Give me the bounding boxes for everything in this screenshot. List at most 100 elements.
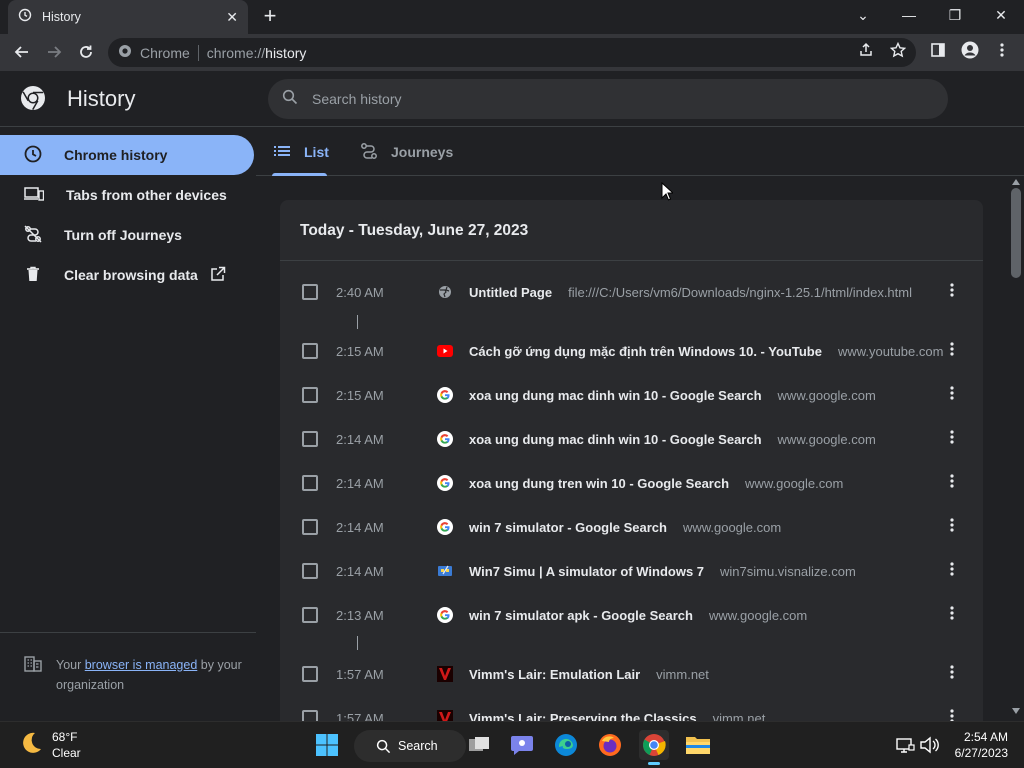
- tab-search-chevron-icon[interactable]: ⌄: [840, 4, 886, 28]
- entry-time: 2:15 AM: [336, 387, 384, 403]
- history-entry[interactable]: 2:14 AM win 7 simulator - Google Search ww…: [280, 505, 983, 549]
- entry-menu-icon[interactable]: [950, 473, 954, 493]
- history-entry[interactable]: 1:57 AM Vimm's Lair: Emulation Lair vimm.n…: [280, 652, 983, 696]
- volume-icon[interactable]: [914, 730, 944, 760]
- history-entry[interactable]: 2:14 AM xoa ung dung mac dinh win 10 - Go…: [280, 417, 983, 461]
- taskbar-clock[interactable]: 2:54 AM 6/27/2023: [948, 729, 1008, 761]
- entry-checkbox[interactable]: [302, 431, 318, 447]
- sidebar-item-clear-browsing-data[interactable]: Clear browsing data: [0, 255, 254, 295]
- entry-time: 2:14 AM: [336, 563, 384, 579]
- time-gap-divider: [357, 315, 358, 329]
- search-history-box[interactable]: [268, 79, 948, 119]
- firefox-icon[interactable]: [595, 730, 625, 760]
- side-panel-icon[interactable]: [926, 38, 950, 62]
- entry-checkbox[interactable]: [302, 343, 318, 359]
- scroll-down-icon[interactable]: [1012, 708, 1020, 714]
- entry-checkbox[interactable]: [302, 387, 318, 403]
- entry-menu-icon[interactable]: [950, 341, 954, 361]
- entry-link[interactable]: xoa ung dung mac dinh win 10 - Google Se…: [469, 432, 876, 447]
- list-icon: [274, 144, 290, 160]
- building-icon: [24, 655, 42, 695]
- history-entry[interactable]: 2:15 AM Cách gỡ ứng dụng mặc định trên Wi…: [280, 329, 983, 373]
- history-entry[interactable]: 2:14 AM xoa ung dung tren win 10 - Google…: [280, 461, 983, 505]
- entry-link[interactable]: win 7 simulator apk - Google Search www.g…: [469, 608, 807, 623]
- entry-title: Cách gỡ ứng dụng mặc định trên Windows 1…: [469, 343, 822, 359]
- entry-menu-icon[interactable]: [950, 517, 954, 537]
- history-entry[interactable]: 2:13 AM win 7 simulator apk - Google Sear…: [280, 593, 983, 637]
- tab-label: Journeys: [391, 144, 454, 160]
- entry-domain: www.youtube.com: [837, 343, 944, 359]
- entry-link[interactable]: Win7 Simu | A simulator of Windows 7 win7…: [469, 564, 856, 579]
- start-button[interactable]: [312, 730, 342, 760]
- file-explorer-icon[interactable]: [683, 730, 713, 760]
- entry-checkbox[interactable]: [302, 666, 318, 682]
- browser-managed-link[interactable]: browser is managed: [85, 658, 198, 672]
- search-history-input[interactable]: [312, 91, 912, 107]
- forward-button[interactable]: [42, 40, 66, 64]
- clock-date: 6/27/2023: [954, 746, 1008, 760]
- entry-checkbox[interactable]: [302, 607, 318, 623]
- managed-notice: Your browser is managed by your organiza…: [0, 632, 256, 695]
- youtube-icon: [437, 343, 453, 359]
- entry-link[interactable]: win 7 simulator - Google Search www.googl…: [469, 520, 781, 535]
- sidebar-item-chrome-history[interactable]: Chrome history: [0, 135, 254, 175]
- restore-button[interactable]: ❐: [932, 4, 978, 28]
- back-button[interactable]: [10, 40, 34, 64]
- sidebar-item-tabs-other-devices[interactable]: Tabs from other devices: [0, 175, 254, 215]
- entry-time: 2:14 AM: [336, 431, 384, 447]
- browser-toolbar: Chrome chrome://history: [0, 34, 1024, 71]
- entry-link[interactable]: Cách gỡ ứng dụng mặc định trên Windows 1…: [469, 344, 943, 359]
- close-tab-icon[interactable]: ✕: [226, 9, 238, 26]
- entry-domain: www.google.com: [682, 519, 782, 535]
- tab-journeys[interactable]: Journeys: [360, 128, 453, 176]
- page-title: History: [67, 86, 136, 111]
- share-icon[interactable]: [854, 38, 878, 62]
- entry-checkbox[interactable]: [302, 475, 318, 491]
- history-view-tabs: List Journeys: [256, 128, 1024, 176]
- windows-taskbar: 68°F Clear Search 2:54 AM 6/27/2023: [0, 721, 1024, 768]
- entry-time: 2:15 AM: [336, 343, 384, 359]
- clock-icon: [24, 145, 42, 166]
- new-tab-button[interactable]: +: [258, 4, 282, 28]
- entry-checkbox[interactable]: [302, 284, 318, 300]
- entry-menu-icon[interactable]: [950, 429, 954, 449]
- entry-menu-icon[interactable]: [950, 282, 954, 302]
- profile-avatar-icon[interactable]: [958, 38, 982, 62]
- entry-menu-icon[interactable]: [950, 385, 954, 405]
- browser-tab-history[interactable]: History ✕: [8, 0, 248, 34]
- close-window-button[interactable]: ✕: [978, 4, 1024, 28]
- bookmark-star-icon[interactable]: [886, 38, 910, 62]
- entry-link[interactable]: Untitled Page file:///C:/Users/vm6/Downlo…: [469, 285, 912, 300]
- tab-list[interactable]: List: [272, 128, 329, 176]
- taskbar-search[interactable]: Search: [354, 730, 466, 762]
- entry-checkbox[interactable]: [302, 519, 318, 535]
- scrollbar-thumb[interactable]: [1011, 188, 1021, 278]
- menu-kebab-icon[interactable]: [990, 38, 1014, 62]
- minimize-button[interactable]: —: [886, 4, 932, 28]
- url-scheme: chrome://: [206, 44, 266, 61]
- page-scrollbar[interactable]: [1008, 176, 1024, 721]
- chrome-logo-icon: [118, 44, 132, 61]
- history-entry[interactable]: 2:14 AM Win7 Simu | A simulator of Window…: [280, 549, 983, 593]
- entry-title: Vimm's Lair: Emulation Lair: [469, 666, 641, 682]
- scroll-up-icon[interactable]: [1012, 179, 1020, 185]
- teams-chat-icon[interactable]: [507, 730, 537, 760]
- task-view-icon[interactable]: [464, 730, 494, 760]
- entry-menu-icon[interactable]: [950, 561, 954, 581]
- history-entry[interactable]: 2:40 AM Untitled Page file:///C:/Users/vm6…: [280, 270, 983, 314]
- entry-link[interactable]: xoa ung dung tren win 10 - Google Search…: [469, 476, 843, 491]
- entry-checkbox[interactable]: [302, 563, 318, 579]
- weather-widget[interactable]: 68°F Clear: [18, 729, 81, 761]
- entry-menu-icon[interactable]: [950, 664, 954, 684]
- address-bar[interactable]: Chrome chrome://history: [108, 38, 916, 67]
- entry-link[interactable]: Vimm's Lair: Emulation Lair vimm.net: [469, 667, 709, 682]
- devices-icon: [24, 186, 45, 205]
- reload-button[interactable]: [74, 40, 98, 64]
- entry-domain: www.google.com: [777, 387, 876, 403]
- entry-link[interactable]: xoa ung dung mac dinh win 10 - Google Se…: [469, 388, 876, 403]
- entry-menu-icon[interactable]: [950, 605, 954, 625]
- chrome-taskbar-icon[interactable]: [639, 730, 669, 765]
- sidebar-item-turn-off-journeys[interactable]: Turn off Journeys: [0, 215, 254, 255]
- history-entry[interactable]: 2:15 AM xoa ung dung mac dinh win 10 - Go…: [280, 373, 983, 417]
- edge-icon[interactable]: [551, 730, 581, 760]
